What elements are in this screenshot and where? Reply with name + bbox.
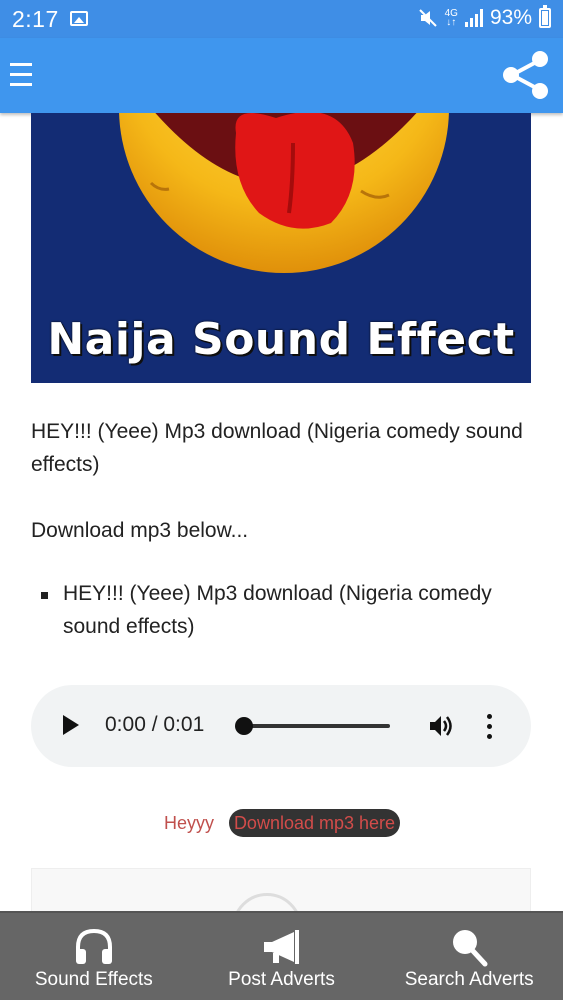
battery-icon	[539, 5, 551, 28]
track-list: HEY!!! (Yeee) Mp3 download (Nigeria come…	[31, 577, 536, 643]
mute-icon	[418, 8, 438, 28]
audio-progress-thumb[interactable]	[235, 717, 253, 735]
hamburger-menu-icon[interactable]	[10, 59, 34, 91]
download-mp3-button[interactable]: Download mp3 here	[229, 809, 400, 837]
network-type-label: 4G	[444, 8, 458, 19]
gallery-notification-icon	[70, 11, 88, 26]
app-bar	[0, 38, 563, 113]
nav-label: Sound Effects	[34, 969, 153, 990]
status-time: 2:17	[12, 6, 59, 32]
play-icon[interactable]	[63, 715, 79, 735]
megaphone-icon	[261, 927, 303, 967]
hero-title: Naija Sound Effect	[47, 314, 515, 365]
more-options-icon[interactable]	[486, 714, 494, 740]
bottom-nav: Sound Effects Post Adverts Search Advert…	[0, 911, 563, 1000]
battery-percent: 93%	[489, 6, 532, 29]
list-item: HEY!!! (Yeee) Mp3 download (Nigeria come…	[31, 577, 536, 643]
search-icon	[448, 927, 490, 967]
nav-item-search-adverts[interactable]: Search Adverts	[375, 913, 563, 1000]
audio-progress-bar[interactable]	[243, 724, 390, 728]
volume-icon[interactable]	[428, 713, 454, 739]
post-title: HEY!!! (Yeee) Mp3 download (Nigeria come…	[31, 420, 523, 476]
download-intro: Download mp3 below...	[31, 519, 249, 542]
nav-label: Search Adverts	[404, 969, 534, 990]
hero-image: Naija Sound Effect	[31, 113, 531, 383]
nav-label: Post Adverts	[228, 969, 335, 990]
status-bar: 2:17 4G ↓↑ 93%	[0, 0, 563, 38]
signal-icon	[464, 9, 483, 27]
download-label: Heyyy	[164, 813, 215, 833]
share-icon[interactable]	[499, 48, 553, 102]
status-indicators: 4G ↓↑ 93%	[418, 5, 551, 30]
nav-item-sound-effects[interactable]: Sound Effects	[0, 913, 188, 1000]
download-row: Heyyy Download mp3 here	[0, 809, 563, 837]
post-content: HEY!!! (Yeee) Mp3 download (Nigeria come…	[31, 415, 536, 643]
headphones-icon	[73, 927, 115, 967]
nav-item-post-adverts[interactable]: Post Adverts	[188, 913, 376, 1000]
audio-time: 0:00 / 0:01	[105, 713, 205, 736]
audio-player: 0:00 / 0:01	[31, 685, 531, 767]
network-type-icon: 4G ↓↑	[444, 8, 458, 28]
